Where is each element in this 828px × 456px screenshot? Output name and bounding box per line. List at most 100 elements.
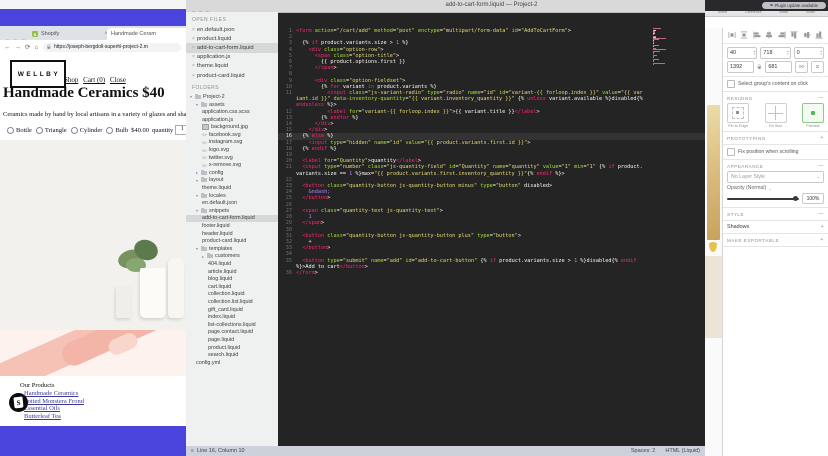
forward-icon[interactable]: → — [15, 44, 22, 51]
tree-file[interactable]: gift_card.liquid — [186, 306, 278, 314]
stepper-down-icon[interactable]: ▾ — [787, 53, 789, 56]
shadows-section-header[interactable]: Shadows+ — [727, 224, 824, 230]
tree-file[interactable]: index.liquid — [186, 313, 278, 321]
width-field[interactable]: 1392 — [727, 61, 754, 73]
appearance-section-header[interactable]: APPEARANCE— — [727, 163, 824, 169]
x-position-field[interactable]: 40▴▾ — [727, 47, 757, 59]
tree-file[interactable]: page.liquid — [186, 336, 278, 344]
y-position-field[interactable]: 718▴▾ — [760, 47, 790, 59]
tree-file[interactable]: cart.liquid — [186, 283, 278, 291]
canvas-artboard-region[interactable] — [705, 256, 722, 338]
opacity-label[interactable]: Opacity (Normal)⌄ — [727, 185, 824, 191]
align-left-icon[interactable] — [753, 31, 761, 39]
tree-file[interactable]: config.yml — [186, 359, 278, 367]
opacity-slider-knob[interactable] — [793, 196, 798, 201]
radio-triangle[interactable] — [36, 127, 43, 134]
tree-file[interactable]: en.default.json — [186, 199, 278, 207]
tree-file[interactable]: application.css.scss — [186, 108, 278, 116]
tree-file[interactable]: application.js — [186, 116, 278, 124]
close-icon[interactable]: × — [192, 27, 195, 33]
minimap[interactable] — [653, 28, 667, 65]
tree-file[interactable]: product-card.liquid — [186, 237, 278, 245]
footer-link[interactable]: Potted Monstera Frond — [24, 398, 84, 406]
align-top-icon[interactable] — [790, 31, 798, 39]
tree-folder[interactable]: ▸customers — [186, 253, 278, 261]
tree-file[interactable]: 404.liquid — [186, 260, 278, 268]
tree-folder[interactable]: ▾locales — [186, 192, 278, 200]
close-icon[interactable]: × — [192, 73, 195, 79]
tree-folder[interactable]: ▾assets — [186, 101, 278, 109]
home-icon[interactable]: ⌂ — [34, 44, 38, 51]
tree-folder[interactable]: ▾Project-2 — [186, 93, 278, 101]
canvas-shield-graphic[interactable] — [709, 242, 717, 252]
collapse-icon[interactable]: — — [818, 163, 824, 169]
close-icon[interactable]: × — [192, 63, 195, 69]
tree-folder[interactable]: ▾layout — [186, 177, 278, 185]
tree-file[interactable]: article.liquid — [186, 268, 278, 276]
code-area[interactable]: 1<form action="/cart/add" method="post" … — [278, 25, 705, 446]
style-section-header[interactable]: STYLE— — [727, 211, 824, 217]
site-logo[interactable]: WELLBY — [10, 60, 66, 88]
close-icon[interactable]: × — [192, 36, 195, 42]
tree-file[interactable]: search.liquid — [186, 351, 278, 359]
fix-size-widget[interactable] — [765, 103, 787, 123]
browser-tab-product[interactable]: Handmade Ceram — [107, 28, 186, 40]
shopify-admin-badge[interactable]: S — [9, 393, 28, 412]
tree-file[interactable]: product.liquid — [186, 344, 278, 352]
stepper-down-icon[interactable]: ▾ — [820, 53, 822, 56]
opacity-value-field[interactable]: 100% — [802, 193, 824, 204]
nav-link-cart[interactable]: Cart (0) — [83, 76, 105, 84]
opacity-slider[interactable] — [727, 198, 799, 200]
update-pill-button[interactable]: Plugin update available — [762, 2, 826, 9]
lock-ratio-icon[interactable]: 🔒 — [757, 64, 763, 70]
distribute-vertically-icon[interactable] — [740, 31, 748, 39]
indent-setting[interactable]: Spaces: 2 — [631, 448, 655, 454]
stepper-down-icon[interactable]: ▾ — [754, 53, 756, 56]
align-bottom-icon[interactable] — [815, 31, 823, 39]
address-bar[interactable]: 🔒 https://joseph-bergdoll-superhi-projec… — [43, 43, 181, 52]
tree-file[interactable]: collection.list.liquid — [186, 298, 278, 306]
layer-style-dropdown[interactable]: No Layer Style⌄ — [727, 171, 824, 183]
radio-bottle[interactable] — [7, 127, 14, 134]
align-middle-icon[interactable] — [803, 31, 811, 39]
flip-horizontal-icon[interactable]: ⋈ — [795, 61, 808, 73]
open-file-item[interactable]: ×theme.liquid — [186, 62, 278, 71]
tree-file[interactable]: theme.liquid — [186, 184, 278, 192]
nav-link-shop[interactable]: Shop — [64, 76, 78, 84]
radio-cylinder[interactable] — [71, 127, 78, 134]
syntax-setting[interactable]: HTML (Liquid) — [665, 448, 700, 454]
prototyping-section-header[interactable]: PROTOTYPING+ — [727, 135, 824, 141]
menu-icon[interactable]: ≡ — [191, 448, 194, 454]
tree-file[interactable]: <>logo.svg — [186, 146, 278, 154]
code-line[interactable]: 11 <input class="js-variant-radio" type=… — [278, 90, 705, 109]
close-icon[interactable]: × — [192, 54, 195, 60]
tree-file[interactable]: <>x-remove.svg — [186, 161, 278, 169]
option-label[interactable]: Bulb — [115, 127, 128, 134]
option-label[interactable]: Cylinder — [80, 127, 103, 134]
option-label[interactable]: Triangle — [45, 127, 67, 134]
select-group-checkbox[interactable] — [727, 80, 735, 88]
reload-icon[interactable]: ⟳ — [25, 43, 30, 51]
height-field[interactable]: 681 — [765, 61, 792, 73]
option-label[interactable]: Bottle — [16, 127, 32, 134]
back-icon[interactable]: ← — [4, 44, 11, 51]
tree-file[interactable]: header.liquid — [186, 230, 278, 238]
tree-folder[interactable]: ▾snippets — [186, 207, 278, 215]
canvas-image[interactable] — [707, 105, 720, 240]
collapse-icon[interactable]: — — [818, 211, 824, 217]
tree-file[interactable]: page.contact.liquid — [186, 329, 278, 337]
quantity-input[interactable]: 1 — [175, 125, 186, 135]
align-center-horizontally-icon[interactable] — [765, 31, 773, 39]
open-file-item[interactable]: ×product.liquid — [186, 34, 278, 43]
close-icon[interactable]: × — [192, 45, 195, 51]
open-file-item[interactable]: ×en.default.json — [186, 25, 278, 34]
browser-tab-shopify[interactable]: S Shopify × — [28, 28, 112, 40]
code-line[interactable]: 36</form> — [278, 270, 705, 276]
resizing-section-header[interactable]: RESIZING— — [727, 95, 824, 101]
radio-bulb[interactable] — [106, 127, 113, 134]
nav-link-close[interactable]: Close — [110, 76, 126, 84]
tree-folder[interactable]: ▾templates — [186, 245, 278, 253]
fix-position-checkbox[interactable] — [727, 148, 735, 156]
flip-vertical-icon[interactable]: ⧖ — [811, 61, 824, 73]
code-line[interactable]: 21 <input type="number" class="js-quanti… — [278, 164, 705, 176]
